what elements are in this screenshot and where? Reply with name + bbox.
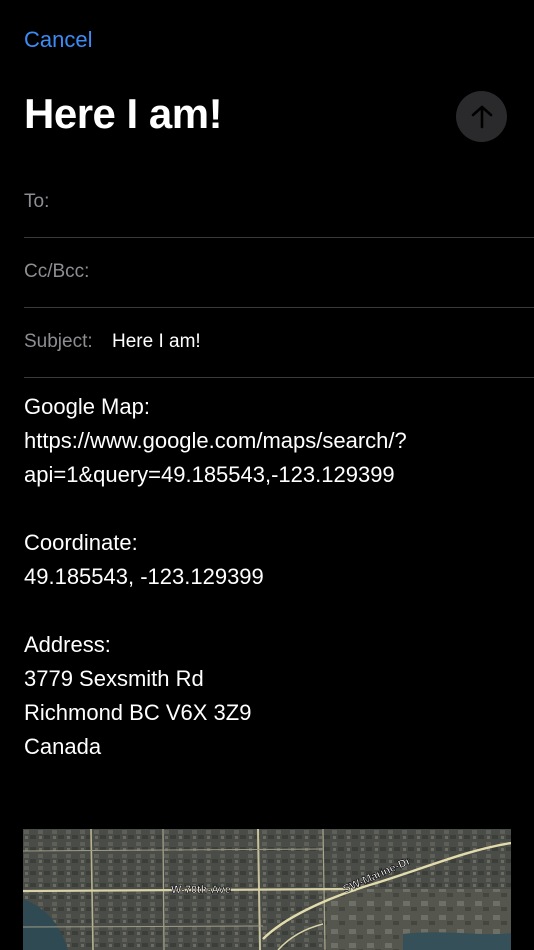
cancel-button[interactable]: Cancel [24, 27, 92, 53]
subject-value[interactable]: Here I am! [112, 331, 201, 353]
google-map-url-line-2[interactable]: api=1&query=49.185543,-123.129399 [24, 458, 524, 492]
subject-label: Subject: [24, 331, 93, 352]
compose-title: Here I am! [24, 90, 223, 137]
google-map-label: Google Map: [24, 394, 150, 419]
cc-bcc-field[interactable]: Cc/Bcc: [24, 238, 534, 308]
google-map-url-line-1[interactable]: https://www.google.com/maps/search/? [24, 424, 524, 458]
coordinate-value: 49.185543, -123.129399 [24, 564, 264, 589]
to-field[interactable]: To: [24, 168, 534, 238]
to-label: To: [24, 191, 50, 212]
address-line-1: 3779 Sexsmith Rd [24, 666, 204, 691]
map-image[interactable]: W-70th-Ave SW-Marine-Dr [23, 829, 511, 950]
address-line-2: Richmond BC V6X 3Z9 [24, 700, 252, 725]
satellite-map: W-70th-Ave SW-Marine-Dr [23, 829, 511, 950]
map-street-label-70th: W-70th-Ave [171, 884, 231, 896]
send-button[interactable] [456, 91, 507, 142]
address-label: Address: [24, 632, 111, 657]
arrow-up-icon [471, 105, 492, 128]
message-body[interactable]: Google Map: https://www.google.com/maps/… [24, 390, 524, 764]
subject-field[interactable]: Subject: Here I am! [24, 308, 534, 378]
cc-bcc-label: Cc/Bcc: [24, 261, 90, 282]
address-line-3: Canada [24, 734, 102, 759]
coordinate-label: Coordinate: [24, 530, 138, 555]
